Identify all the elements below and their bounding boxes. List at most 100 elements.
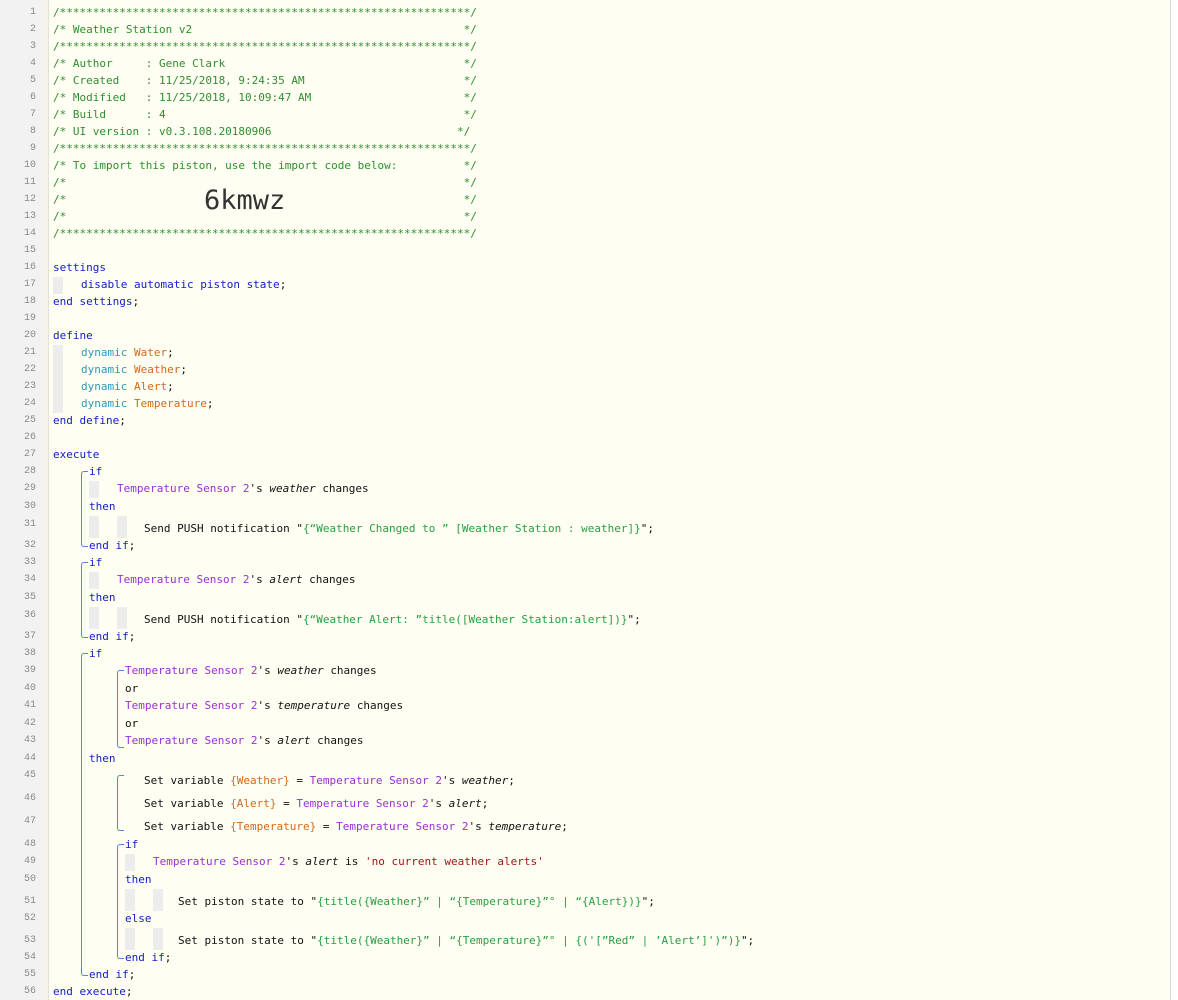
line-number: 51 xyxy=(23,896,36,907)
condition-alert-changes[interactable]: Temperature Sensor 2's alert changes xyxy=(117,573,355,586)
line-number: 2 xyxy=(29,24,36,35)
action-group-bracket xyxy=(117,775,124,831)
if-keyword[interactable]: if xyxy=(89,647,102,660)
define-keyword[interactable]: define xyxy=(53,329,93,342)
line-number: 33 xyxy=(23,557,36,568)
if-keyword[interactable]: if xyxy=(89,465,102,478)
settings-keyword[interactable]: settings xyxy=(53,261,106,274)
push-notification-weather[interactable]: Send PUSH notification "{“Weather Change… xyxy=(144,522,654,535)
set-variable-temperature[interactable]: Set variable {Temperature} = Temperature… xyxy=(144,820,568,833)
header-author: /* Author : Gene Clark */ xyxy=(53,57,477,70)
line-number: 9 xyxy=(29,143,36,154)
line-number: 48 xyxy=(23,839,36,850)
if-keyword[interactable]: if xyxy=(125,838,138,851)
indent-guide xyxy=(53,277,63,294)
indent-guide xyxy=(89,572,99,589)
then-keyword: then xyxy=(125,873,152,886)
condition-temperature-changes[interactable]: Temperature Sensor 2's temperature chang… xyxy=(125,699,403,712)
line-number: 8 xyxy=(29,126,36,137)
line-number: 43 xyxy=(23,735,36,746)
line-number: 50 xyxy=(23,874,36,885)
set-piston-state-alert[interactable]: Set piston state to "{title({Weather}” |… xyxy=(178,934,754,947)
line-number: 24 xyxy=(23,398,36,409)
line-number: 39 xyxy=(23,665,36,676)
condition-weather-changes[interactable]: Temperature Sensor 2's weather changes xyxy=(125,664,377,677)
set-piston-state-normal[interactable]: Set piston state to "{title({Weather}” |… xyxy=(178,895,655,908)
set-variable-weather[interactable]: Set variable {Weather} = Temperature Sen… xyxy=(144,774,515,787)
line-number: 44 xyxy=(23,753,36,764)
or-operator[interactable]: or xyxy=(125,717,138,730)
line-number: 25 xyxy=(23,415,36,426)
then-keyword: then xyxy=(89,500,116,513)
or-operator[interactable]: or xyxy=(125,682,138,695)
line-number: 45 xyxy=(23,770,36,781)
indent-guide xyxy=(117,607,127,629)
header-build: /* Build : 4 */ xyxy=(53,108,477,121)
header-modified: /* Modified : 11/25/2018, 10:09:47 AM */ xyxy=(53,91,477,104)
line-number: 31 xyxy=(23,519,36,530)
header-created: /* Created : 11/25/2018, 9:24:35 AM */ xyxy=(53,74,477,87)
line-number: 35 xyxy=(23,592,36,603)
define-variable-water[interactable]: dynamic Water; xyxy=(81,346,174,359)
line-number: 55 xyxy=(23,969,36,980)
line-number: 13 xyxy=(23,211,36,222)
then-keyword: then xyxy=(89,591,116,604)
line-number: 22 xyxy=(23,364,36,375)
line-number: 7 xyxy=(29,109,36,120)
line-number: 28 xyxy=(23,466,36,477)
line-number: 19 xyxy=(23,313,36,324)
line-number: 37 xyxy=(23,631,36,642)
if-block-bracket xyxy=(81,562,88,638)
line-number: 26 xyxy=(23,432,36,443)
line-number: 27 xyxy=(23,449,36,460)
end-execute: end execute; xyxy=(53,985,133,998)
line-number: 52 xyxy=(23,913,36,924)
end-if: end if; xyxy=(89,630,136,643)
condition-weather-changes[interactable]: Temperature Sensor 2's weather changes xyxy=(117,482,369,495)
indent-guide xyxy=(153,928,163,950)
execute-keyword[interactable]: execute xyxy=(53,448,99,461)
line-number: 21 xyxy=(23,347,36,358)
code-editor[interactable]: 1 2 3 4 5 6 7 8 9 10 11 12 13 14 15 16 17 18 19 20 21 22 23 24 2… xyxy=(0,0,1171,1000)
line-number: 32 xyxy=(23,540,36,551)
line-number: 4 xyxy=(29,58,36,69)
header-import-instructions: /* To import this piston, use the import… xyxy=(53,159,477,172)
if-keyword[interactable]: if xyxy=(89,556,102,569)
line-number: 54 xyxy=(23,952,36,963)
indent-guide xyxy=(117,516,127,538)
import-code[interactable]: 6kmwz xyxy=(204,185,285,216)
condition-alert-is[interactable]: Temperature Sensor 2's alert is 'no curr… xyxy=(153,855,544,868)
define-variable-weather[interactable]: dynamic Weather; xyxy=(81,363,187,376)
line-number: 53 xyxy=(23,935,36,946)
line-number: 30 xyxy=(23,501,36,512)
line-number: 34 xyxy=(23,574,36,585)
condition-alert-changes[interactable]: Temperature Sensor 2's alert changes xyxy=(125,734,363,747)
define-variable-temperature[interactable]: dynamic Temperature; xyxy=(81,397,213,410)
if-block-bracket xyxy=(81,653,88,976)
header-line: /***************************************… xyxy=(53,142,477,155)
indent-guide xyxy=(89,516,99,538)
line-number: 15 xyxy=(23,245,36,256)
line-number: 42 xyxy=(23,718,36,729)
line-number: 46 xyxy=(23,793,36,804)
line-number: 49 xyxy=(23,856,36,867)
settings-item[interactable]: disable automatic piston state; xyxy=(81,278,286,291)
header-line: /***************************************… xyxy=(53,40,477,53)
indent-guide xyxy=(89,481,99,498)
push-notification-alert[interactable]: Send PUSH notification "{“Weather Alert:… xyxy=(144,613,641,626)
indent-guide xyxy=(125,928,135,950)
line-number: 40 xyxy=(23,683,36,694)
line-number: 41 xyxy=(23,700,36,711)
then-keyword: then xyxy=(89,752,116,765)
line-number: 18 xyxy=(23,296,36,307)
line-number: 16 xyxy=(23,262,36,273)
header-line: /***************************************… xyxy=(53,6,477,19)
line-number: 14 xyxy=(23,228,36,239)
set-variable-alert[interactable]: Set variable {Alert} = Temperature Senso… xyxy=(144,797,488,810)
header-title: /* Weather Station v2 */ xyxy=(53,23,477,36)
line-number: 12 xyxy=(23,194,36,205)
end-if: end if; xyxy=(125,951,172,964)
define-variable-alert[interactable]: dynamic Alert; xyxy=(81,380,174,393)
line-number: 56 xyxy=(23,986,36,997)
line-number: 47 xyxy=(23,816,36,827)
